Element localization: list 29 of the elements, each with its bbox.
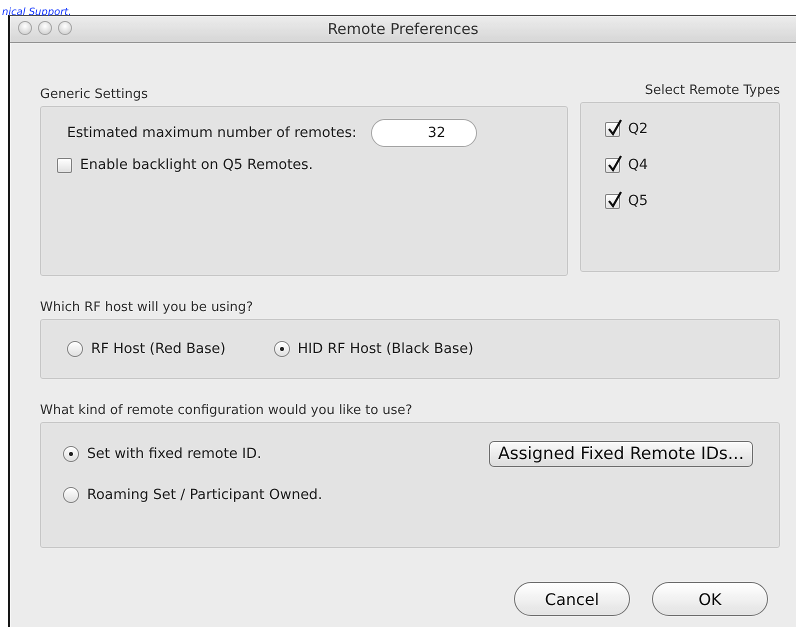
field-label: Estimated maximum number of remotes: [67, 125, 357, 141]
radio-button[interactable] [63, 487, 79, 503]
radio-label: HID RF Host (Black Base) [298, 341, 474, 357]
radio-label: Roaming Set / Participant Owned. [87, 487, 322, 503]
close-button[interactable] [18, 21, 32, 35]
assign-ids-button[interactable]: Assigned Fixed Remote IDs... [489, 441, 753, 467]
window-title: Remote Preferences [328, 20, 478, 38]
input-field[interactable]: 32 [370, 119, 477, 147]
minimize-button[interactable] [38, 21, 52, 35]
cancel-button[interactable]: Cancel [514, 582, 630, 616]
group-title: Which RF host will you be using? [40, 300, 254, 315]
checkbox-label: Q4 [628, 157, 648, 173]
checkbox-label: Q2 [628, 121, 648, 137]
checkbox-label: Enable backlight on Q5 Remotes. [80, 157, 313, 173]
radio-button[interactable] [63, 446, 79, 462]
group-title: Select Remote Types [644, 83, 780, 98]
radio-button[interactable] [67, 341, 83, 357]
ok-button[interactable]: OK [652, 582, 768, 616]
radio-button[interactable] [274, 341, 290, 357]
checkbox-label: Q5 [628, 193, 648, 209]
radio-label: Set with fixed remote ID. [87, 446, 262, 462]
group-title: What kind of remote configuration would you like to use? [40, 403, 412, 418]
checkbox[interactable] [57, 158, 72, 172]
checkbox[interactable] [605, 158, 620, 172]
zoom-button[interactable] [58, 21, 72, 35]
radio-label: RF Host (Red Base) [91, 341, 226, 357]
checkbox[interactable] [605, 194, 620, 208]
group-title: Generic Settings [40, 87, 148, 102]
checkbox[interactable] [605, 122, 620, 136]
